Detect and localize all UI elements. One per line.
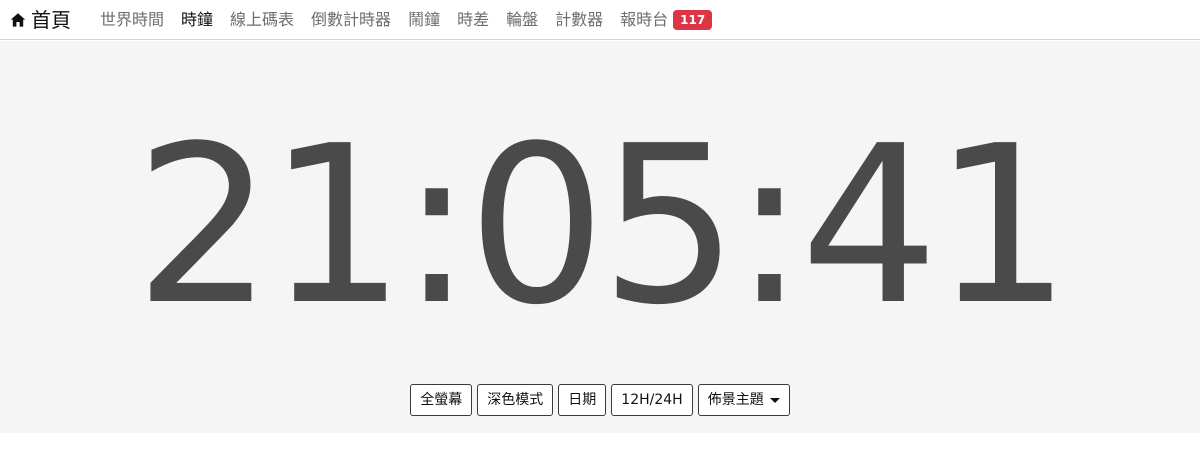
nav-item-clock[interactable]: 時鐘 — [181, 9, 213, 31]
nav-item-label: 計數器 — [555, 10, 604, 29]
nav-menu: 世界時間 時鐘 線上碼表 倒數計時器 鬧鐘 時差 輪盤 計數器 報時台 117 — [100, 0, 729, 40]
home-icon — [10, 13, 26, 27]
caret-down-icon — [769, 397, 780, 403]
theme-dropdown-label: 佈景主題 — [707, 392, 764, 408]
clock-display-area: 21:05:41 全螢幕 深色模式 日期 12H/24H 佈景主題 — [0, 41, 1200, 433]
home-link[interactable]: 首頁 — [10, 6, 71, 34]
digital-clock-time: 21:05:41 — [134, 100, 1071, 353]
nav-item-label: 世界時間 — [100, 10, 165, 29]
fullscreen-button[interactable]: 全螢幕 — [410, 384, 473, 416]
dark-mode-button[interactable]: 深色模式 — [477, 384, 554, 416]
nav-item-time-difference[interactable]: 時差 — [457, 9, 489, 31]
nav-item-world-time[interactable]: 世界時間 — [100, 9, 164, 31]
nav-item-label: 報時台 — [620, 10, 669, 29]
home-label: 首頁 — [31, 8, 71, 32]
nav-item-counter[interactable]: 計數器 — [555, 9, 603, 31]
clock-toolbar: 全螢幕 深色模式 日期 12H/24H 佈景主題 — [0, 384, 1200, 416]
nav-item-label: 時差 — [457, 10, 490, 29]
nav-item-label: 線上碼表 — [230, 10, 295, 29]
nav-item-label: 輪盤 — [506, 10, 539, 29]
time-format-button[interactable]: 12H/24H — [611, 384, 693, 416]
nav-item-label: 倒數計時器 — [311, 10, 392, 29]
nav-item-time-announcer[interactable]: 報時台 117 — [620, 9, 713, 31]
nav-item-stopwatch[interactable]: 線上碼表 — [230, 9, 294, 31]
nav-item-label: 鬧鐘 — [408, 10, 441, 29]
nav-item-alarm[interactable]: 鬧鐘 — [408, 9, 440, 31]
date-button[interactable]: 日期 — [558, 384, 607, 416]
top-navbar: 首頁 世界時間 時鐘 線上碼表 倒數計時器 鬧鐘 時差 輪盤 計數器 報時台 1… — [0, 0, 1200, 40]
nav-item-label: 時鐘 — [181, 10, 214, 29]
nav-item-countdown-timer[interactable]: 倒數計時器 — [311, 9, 391, 31]
theme-dropdown-button[interactable]: 佈景主題 — [697, 384, 790, 416]
count-badge: 117 — [673, 10, 713, 30]
nav-item-roulette[interactable]: 輪盤 — [506, 9, 538, 31]
